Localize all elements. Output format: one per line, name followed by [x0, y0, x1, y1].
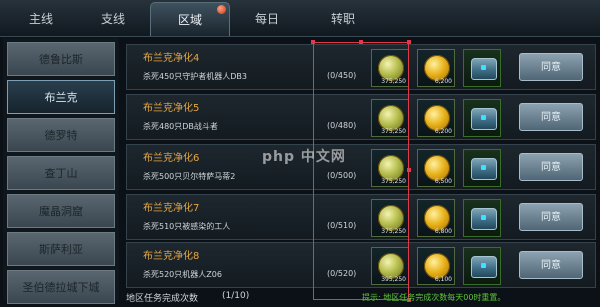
reward-slot[interactable]	[463, 99, 501, 137]
quest-row: 布兰克净化4 杀死450只守护者机器人DB3 (0/450) 375,250 6…	[126, 44, 596, 90]
reward-slot[interactable]: 6,800	[417, 199, 455, 237]
quest-description: 杀死450只守护者机器人DB3	[143, 72, 248, 81]
reward-amount: 6,800	[434, 228, 452, 235]
accept-button[interactable]: 同意	[519, 203, 583, 231]
quest-row: 布兰克净化8 杀死520只机器人Z06 (0/520) 395,250 6,10…	[126, 242, 596, 288]
quest-row: 布兰克净化6 杀死500只贝尔特萨马蒂2 (0/500) 375,250 6,5…	[126, 144, 596, 190]
reward-slot[interactable]: 6,100	[417, 247, 455, 285]
accept-button[interactable]: 同意	[519, 103, 583, 131]
tab-side[interactable]: 支线	[76, 6, 150, 32]
tab-main[interactable]: 主线	[4, 6, 78, 32]
quest-row: 布兰克净化5 杀死480只DB战斗者 (0/480) 375,250 6,200…	[126, 94, 596, 140]
reset-tip: 提示: 地区任务完成次数每天00时重置。	[362, 293, 506, 302]
region-completion-count: (1/10)	[222, 291, 250, 301]
tab-region[interactable]: 区域	[150, 2, 230, 36]
quest-description: 杀死510只被感染的工人	[143, 222, 231, 231]
reward-slot[interactable]	[463, 149, 501, 187]
reward-slot[interactable]: 375,250	[371, 99, 409, 137]
sidebar-item-lower-city[interactable]: 圣伯德拉城下城	[7, 270, 115, 304]
treasure-chest-icon	[471, 108, 497, 130]
quest-progress: (0/450)	[327, 71, 357, 80]
reward-slot[interactable]	[463, 49, 501, 87]
treasure-chest-icon	[471, 158, 497, 180]
notification-badge-icon	[217, 5, 226, 14]
reward-amount: 395,250	[381, 276, 406, 283]
region-sidebar: 德鲁比斯 布兰克 德罗特 查丁山 魔晶洞窟 斯萨利亚 圣伯德拉城下城	[3, 38, 119, 304]
quest-description: 杀死500只贝尔特萨马蒂2	[143, 172, 236, 181]
reward-slot[interactable]: 375,250	[371, 49, 409, 87]
reward-amount: 6,500	[434, 178, 452, 185]
reward-amount: 375,250	[381, 228, 406, 235]
sidebar-item-blanc[interactable]: 布兰克	[7, 80, 115, 114]
quest-description: 杀死520只机器人Z06	[143, 270, 222, 279]
sidebar-item-ssalia[interactable]: 斯萨利亚	[7, 232, 115, 266]
reward-amount: 375,250	[381, 128, 406, 135]
reward-amount: 6,100	[434, 276, 452, 283]
reward-amount: 375,250	[381, 178, 406, 185]
accept-button[interactable]: 同意	[519, 153, 583, 181]
quest-progress: (0/510)	[327, 221, 357, 230]
sidebar-item-debrubis[interactable]: 德鲁比斯	[7, 42, 115, 76]
reward-amount: 6,200	[434, 128, 452, 135]
reward-slot[interactable]	[463, 247, 501, 285]
reward-slot[interactable]: 375,250	[371, 199, 409, 237]
quest-progress: (0/480)	[327, 121, 357, 130]
treasure-chest-icon	[471, 256, 497, 278]
reward-slot[interactable]: 6,200	[417, 49, 455, 87]
reward-slot[interactable]	[463, 199, 501, 237]
sidebar-item-derot[interactable]: 德罗特	[7, 118, 115, 152]
quest-progress: (0/500)	[327, 171, 357, 180]
tab-job-change[interactable]: 转职	[306, 6, 380, 32]
accept-button[interactable]: 同意	[519, 53, 583, 81]
reward-slot[interactable]: 375,250	[371, 149, 409, 187]
sidebar-item-chading[interactable]: 查丁山	[7, 156, 115, 190]
quest-row: 布兰克净化7 杀死510只被感染的工人 (0/510) 375,250 6,80…	[126, 194, 596, 240]
tab-region-label: 区域	[177, 13, 202, 27]
sidebar-item-crystal-cave[interactable]: 魔晶洞窟	[7, 194, 115, 228]
quest-title: 布兰克净化8	[143, 251, 200, 262]
quest-description: 杀死480只DB战斗者	[143, 122, 218, 131]
quest-title: 布兰克净化7	[143, 203, 200, 214]
region-completion-label: 地区任务完成次数	[126, 294, 199, 304]
treasure-chest-icon	[471, 208, 497, 230]
reward-amount: 6,200	[434, 78, 452, 85]
reward-slot[interactable]: 6,500	[417, 149, 455, 187]
accept-button[interactable]: 同意	[519, 251, 583, 279]
reward-amount: 375,250	[381, 78, 406, 85]
tab-bar: 主线 支线 区域 每日 转职	[0, 0, 600, 37]
quest-title: 布兰克净化6	[143, 153, 200, 164]
quest-title: 布兰克净化4	[143, 53, 200, 64]
treasure-chest-icon	[471, 58, 497, 80]
tab-daily[interactable]: 每日	[230, 6, 304, 32]
reward-slot[interactable]: 6,200	[417, 99, 455, 137]
reward-slot[interactable]: 395,250	[371, 247, 409, 285]
quest-progress: (0/520)	[327, 269, 357, 278]
quest-title: 布兰克净化5	[143, 103, 200, 114]
